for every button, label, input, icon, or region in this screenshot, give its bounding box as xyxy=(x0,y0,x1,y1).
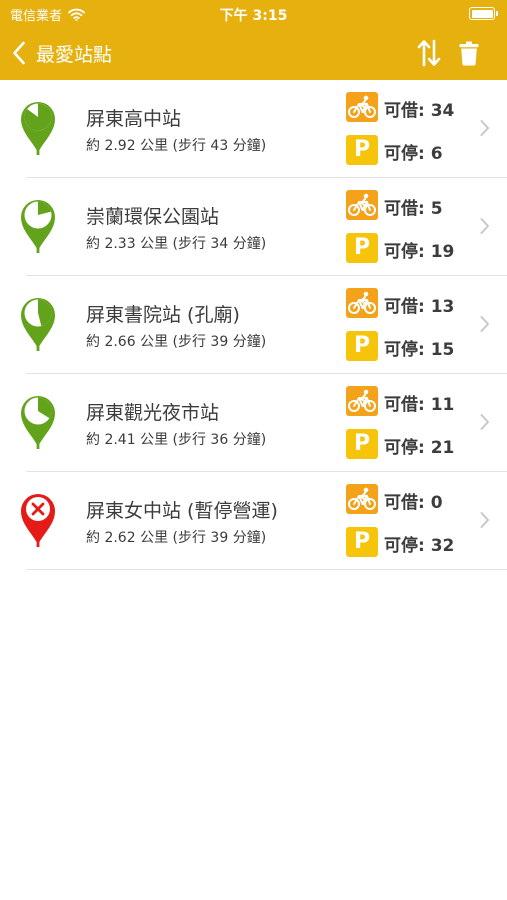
battery-icon xyxy=(469,7,498,20)
station-name: 屏東高中站 xyxy=(86,108,182,130)
parking-icon: P xyxy=(346,331,378,361)
available-bikes-count: 可借: 0 xyxy=(384,493,443,513)
bike-rental-icon xyxy=(346,92,378,122)
chevron-right-icon xyxy=(480,414,489,430)
chevron-right-icon xyxy=(480,316,489,332)
parking-icon: P xyxy=(346,135,378,165)
station-name: 屏東女中站 (暫停營運) xyxy=(86,500,278,522)
parking-icon: P xyxy=(346,527,378,557)
available-docks-count: 可停: 15 xyxy=(384,340,455,360)
station-name: 屏東書院站 (孔廟) xyxy=(86,304,240,326)
back-button[interactable]: 最愛站點 xyxy=(12,36,112,70)
available-docks-count: 可停: 6 xyxy=(384,144,443,164)
station-distance: 約 2.92 公里 (步行 43 分鐘) xyxy=(86,138,267,154)
available-station-pin-icon xyxy=(21,200,55,253)
favorite-stations-screen: 電信業者 下午 3:15 最愛站點 屏東高中站 約 2.92 公里 (步行 43… xyxy=(0,0,507,900)
station-name: 屏東觀光夜市站 xyxy=(86,402,220,424)
parking-icon: P xyxy=(346,429,378,459)
station-row-4[interactable]: 屏東觀光夜市站 約 2.41 公里 (步行 36 分鐘) 可借: 11 P 可停… xyxy=(0,374,507,472)
available-docks-count: 可停: 32 xyxy=(384,536,455,556)
chevron-left-icon xyxy=(13,41,25,65)
available-bikes-count: 可借: 11 xyxy=(384,395,455,415)
delete-button[interactable] xyxy=(454,37,484,69)
header: 電信業者 下午 3:15 最愛站點 xyxy=(0,0,507,80)
available-station-pin-icon xyxy=(21,298,55,351)
station-distance: 約 2.62 公里 (步行 39 分鐘) xyxy=(86,530,267,546)
station-row-1[interactable]: 屏東高中站 約 2.92 公里 (步行 43 分鐘) 可借: 34 P 可停: … xyxy=(0,80,507,178)
sort-button[interactable] xyxy=(414,37,444,69)
status-time: 下午 3:15 xyxy=(219,8,288,24)
bike-rental-icon xyxy=(346,386,378,416)
available-bikes-count: 可借: 13 xyxy=(384,297,455,317)
station-row-5[interactable]: 屏東女中站 (暫停營運) 約 2.62 公里 (步行 39 分鐘) 可借: 0 … xyxy=(0,472,507,570)
available-station-pin-icon xyxy=(21,102,55,155)
station-distance: 約 2.41 公里 (步行 36 分鐘) xyxy=(86,432,267,448)
bike-rental-icon xyxy=(346,288,378,318)
available-docks-count: 可停: 21 xyxy=(384,438,455,458)
trash-icon xyxy=(459,41,479,65)
bike-rental-icon xyxy=(346,484,378,514)
station-row-3[interactable]: 屏東書院站 (孔廟) 約 2.66 公里 (步行 39 分鐘) 可借: 13 P… xyxy=(0,276,507,374)
closed-station-pin-icon xyxy=(21,494,55,547)
row-divider xyxy=(26,569,507,570)
status-bar: 電信業者 下午 3:15 xyxy=(0,0,507,28)
chevron-right-icon xyxy=(480,512,489,528)
page-title: 最愛站點 xyxy=(36,43,113,66)
station-name: 崇蘭環保公園站 xyxy=(86,206,220,228)
station-row-2[interactable]: 崇蘭環保公園站 約 2.33 公里 (步行 34 分鐘) 可借: 5 P 可停:… xyxy=(0,178,507,276)
swap-vertical-icon xyxy=(417,39,441,67)
available-station-pin-icon xyxy=(21,396,55,449)
nav-bar: 最愛站點 xyxy=(0,28,507,80)
chevron-right-icon xyxy=(480,218,489,234)
station-distance: 約 2.66 公里 (步行 39 分鐘) xyxy=(86,334,267,350)
bike-rental-icon xyxy=(346,190,378,220)
station-list: 屏東高中站 約 2.92 公里 (步行 43 分鐘) 可借: 34 P 可停: … xyxy=(0,80,507,570)
available-bikes-count: 可借: 34 xyxy=(384,101,455,121)
station-distance: 約 2.33 公里 (步行 34 分鐘) xyxy=(86,236,267,252)
available-docks-count: 可停: 19 xyxy=(384,242,455,262)
chevron-right-icon xyxy=(480,120,489,136)
parking-icon: P xyxy=(346,233,378,263)
available-bikes-count: 可借: 5 xyxy=(384,199,443,219)
